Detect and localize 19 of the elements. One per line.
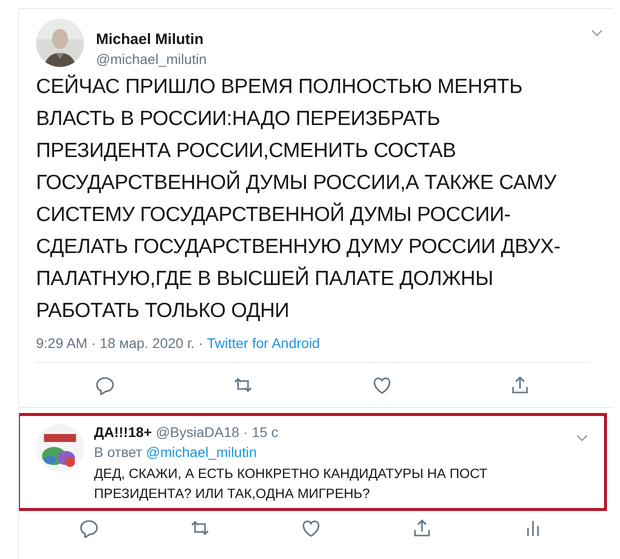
- heart-icon[interactable]: [372, 375, 392, 395]
- share-icon[interactable]: [412, 518, 432, 538]
- comment-icon[interactable]: [79, 518, 99, 538]
- mention-link[interactable]: @michael_milutin: [146, 444, 257, 460]
- user-name[interactable]: Michael Milutin: [96, 31, 589, 48]
- share-icon[interactable]: [510, 375, 530, 395]
- tweet-text: СЕЙЧАС ПРИШЛО ВРЕМЯ ПОЛНОСТЬЮ МЕНЯТЬ ВЛАСТЬ В РОССИИ:НАДО ПЕРЕИЗБРАТЬ ПРЕЗИДЕНТА РОССИИ,СМЕНИТЬ СОСТАВ ГОСУДАРСТВЕННОЙ ДУМЫ РОССИИ,А ТАКЖЕ САМУ СИСТЕМУ ГОСУДАРСТВЕННОЙ ДУМЫ РОССИИ- СДЕЛАТЬ ГОСУДАРСТВЕННУЮ ДУМУ РОССИИ ДВУХ- ПАЛАТНУЮ,ГДЕ В ВЫСШЕЙ ПАЛАТЕ ДОЛЖНЫ РАБОТАТЬ ТОЛЬКО ОДНИ: [36, 74, 562, 324]
- user-handle[interactable]: @michael_milutin: [96, 51, 589, 67]
- reply-time: · 15 с: [243, 424, 278, 440]
- comment-icon[interactable]: [95, 375, 116, 395]
- heart-icon[interactable]: [301, 518, 321, 538]
- user-name[interactable]: ДА!!!18+: [94, 424, 152, 440]
- source-link[interactable]: Twitter for Android: [207, 335, 320, 351]
- tweet-timestamp: 9:29 AM · 18 мар. 2020 г. ·: [36, 335, 204, 351]
- reply-text: ДЕД, СКАЖИ, А ЕСТЬ КОНКРЕТНО КАНДИДАТУРЫ НА ПОСТ ПРЕЗИДЕНТА? ИЛИ ТАК,ОДНА МИГРЕНЬ?: [94, 465, 488, 503]
- user-handle[interactable]: @BysiaDA18: [156, 424, 240, 440]
- retweet-icon[interactable]: [233, 375, 254, 395]
- retweet-icon[interactable]: [190, 518, 210, 538]
- reply-label: В ответ: [94, 444, 144, 460]
